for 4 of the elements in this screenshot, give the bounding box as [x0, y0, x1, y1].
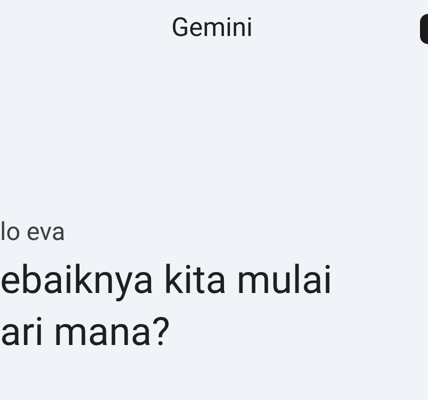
greeting-text: lo eva [0, 217, 66, 249]
prompt-text: ebaiknya kita mulai ari mana? [0, 256, 334, 357]
app-title: Gemini [171, 13, 253, 43]
avatar[interactable] [420, 14, 428, 44]
